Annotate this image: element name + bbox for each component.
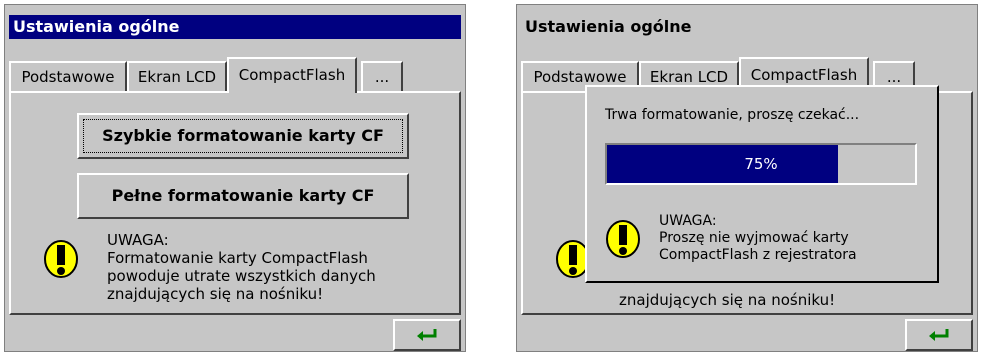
- warning-line: znajdujących się na nośniku!: [107, 285, 324, 303]
- window-title: Ustawienia ogólne: [9, 15, 461, 39]
- full-format-button[interactable]: Pełne formatowanie karty CF: [77, 173, 409, 219]
- full-format-label: Pełne formatowanie karty CF: [111, 186, 375, 205]
- quick-format-button[interactable]: Szybkie formatowanie karty CF: [77, 113, 409, 159]
- enter-button[interactable]: [905, 319, 973, 351]
- bottom-bar: [9, 319, 461, 351]
- enter-button[interactable]: [393, 319, 461, 351]
- enter-arrow-icon: [929, 329, 949, 341]
- progress-label: 75%: [744, 155, 778, 173]
- warning-heading: UWAGA:: [107, 231, 169, 249]
- tab-content: Szybkie formatowanie karty CF Pełne form…: [9, 91, 461, 315]
- format-progress-dialog: Trwa formatowanie, proszę czekać... 75% …: [585, 85, 939, 283]
- window-title: Ustawienia ogólne: [521, 15, 973, 39]
- dialog-warning-text: UWAGA: Proszę nie wyjmować karty Compact…: [659, 213, 857, 264]
- warning-icon: [606, 220, 640, 258]
- warning-line: Proszę nie wyjmować karty: [659, 230, 849, 246]
- warning-line: Formatowanie karty CompactFlash: [107, 249, 368, 267]
- progress-bar: 75%: [605, 143, 917, 185]
- tab-compactflash[interactable]: CompactFlash: [227, 57, 357, 93]
- warning-line: CompactFlash z rejestratora: [659, 247, 857, 263]
- warning-text: UWAGA: Formatowanie karty CompactFlash p…: [107, 231, 376, 303]
- warning-line: znajdujących się na nośniku!: [619, 291, 836, 309]
- settings-window-left: Ustawienia ogólne Podstawowe Ekran LCD C…: [4, 4, 466, 352]
- tab-more[interactable]: ...: [361, 61, 403, 91]
- warning-heading: UWAGA:: [659, 213, 717, 229]
- enter-arrow-icon: [417, 329, 437, 341]
- warning-icon: [44, 240, 78, 278]
- bottom-bar: [521, 319, 973, 351]
- quick-format-label: Szybkie formatowanie karty CF: [102, 126, 384, 145]
- warning-line: powoduje utrate wszystkich danych: [107, 267, 376, 285]
- tab-ekran-lcd[interactable]: Ekran LCD: [127, 61, 227, 91]
- tab-podstawowe[interactable]: Podstawowe: [9, 61, 127, 91]
- settings-window-right: Ustawienia ogólne Podstawowe Ekran LCD C…: [516, 4, 978, 352]
- dialog-message: Trwa formatowanie, proszę czekać...: [605, 107, 860, 123]
